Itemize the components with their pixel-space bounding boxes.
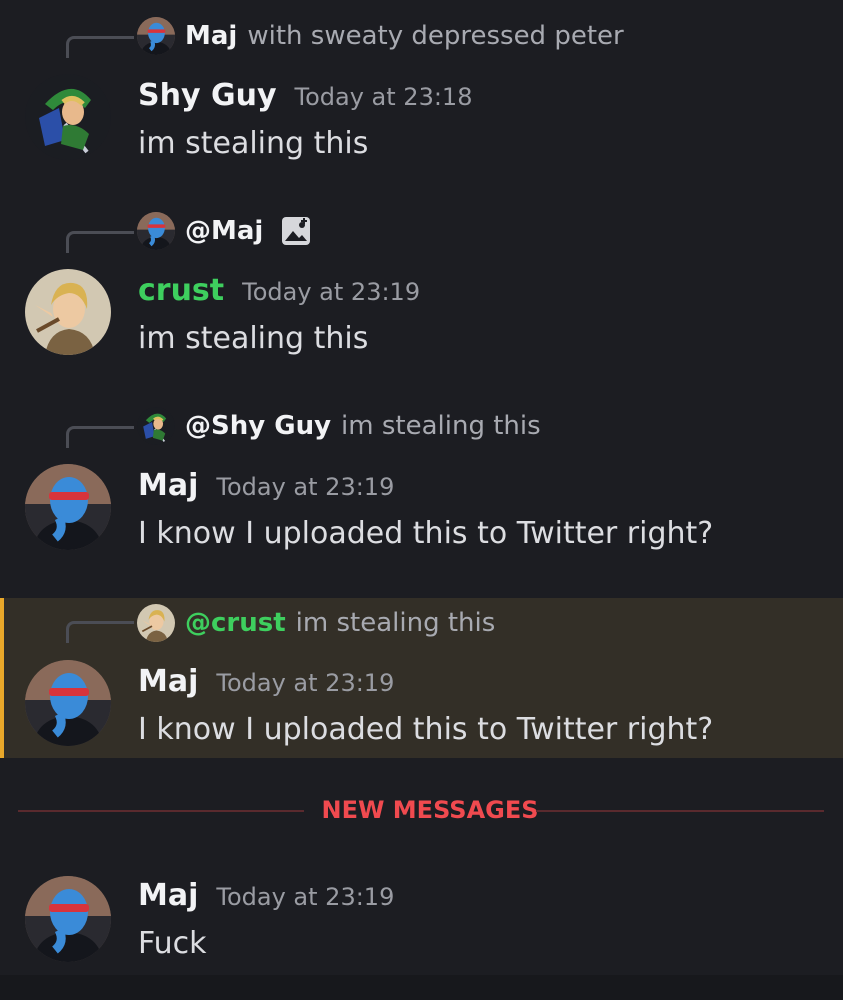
new-messages-divider: NEW MESSAGES [18,796,824,826]
message-header: Maj Today at 23:19 [138,664,394,699]
avatar[interactable] [25,74,111,160]
message-header: Maj Today at 23:19 [138,878,394,913]
divider-label: NEW MESSAGES [321,796,539,824]
avatar[interactable] [25,876,111,962]
message-highlighted[interactable]: @crust im stealing this Maj Today at 23:… [0,598,843,758]
author-name[interactable]: Maj [138,664,198,699]
author-name[interactable]: crust [138,273,224,308]
message[interactable]: Maj with sweaty depressed peter Shy Guy … [0,0,843,195]
author-name[interactable]: Shy Guy [138,78,277,113]
reply-preview[interactable]: @Maj [137,213,311,249]
reply-connector [66,231,134,253]
message-text: I know I uploaded this to Twitter right? [138,712,714,747]
reply-preview[interactable]: @Shy Guy im stealing this [137,408,541,444]
message-text: im stealing this [138,126,369,161]
avatar [137,604,175,642]
image-icon [281,216,311,246]
reply-author[interactable]: @Shy Guy [185,411,331,441]
reply-text: with sweaty depressed peter [247,21,624,51]
timestamp: Today at 23:19 [242,278,421,306]
author-name[interactable]: Maj [138,878,198,913]
avatar [137,17,175,55]
reply-author[interactable]: Maj [185,21,237,51]
divider-line [536,810,824,812]
message-text: im stealing this [138,321,369,356]
message-text: Fuck [138,926,207,961]
message-header: Maj Today at 23:19 [138,468,394,503]
timestamp: Today at 23:19 [216,669,395,697]
reply-text: im stealing this [341,411,541,441]
message[interactable]: @Shy Guy im stealing this Maj Today at 2… [0,390,843,598]
reply-connector [66,621,134,643]
bottom-edge [0,975,843,1000]
divider-line [18,810,304,812]
reply-author[interactable]: @Maj [185,216,263,246]
reply-connector [66,36,134,58]
message-header: crust Today at 23:19 [138,273,420,308]
reply-preview[interactable]: Maj with sweaty depressed peter [137,18,624,54]
avatar [137,407,175,445]
timestamp: Today at 23:19 [216,883,395,911]
reply-preview[interactable]: @crust im stealing this [137,605,495,641]
avatar[interactable] [25,269,111,355]
avatar[interactable] [25,660,111,746]
timestamp: Today at 23:19 [216,473,395,501]
message[interactable]: @Maj crust Today at 23:19 im stealing th… [0,195,843,390]
reply-text: im stealing this [295,608,496,638]
avatar[interactable] [25,464,111,550]
message-header: Shy Guy Today at 23:18 [138,78,472,113]
message-text: I know I uploaded this to Twitter right? [138,516,714,551]
avatar [137,212,175,250]
reply-connector [66,426,134,448]
author-name[interactable]: Maj [138,468,198,503]
message[interactable]: Maj Today at 23:19 Fuck [0,828,843,975]
reply-author[interactable]: @crust [185,608,286,638]
timestamp: Today at 23:18 [294,83,473,111]
